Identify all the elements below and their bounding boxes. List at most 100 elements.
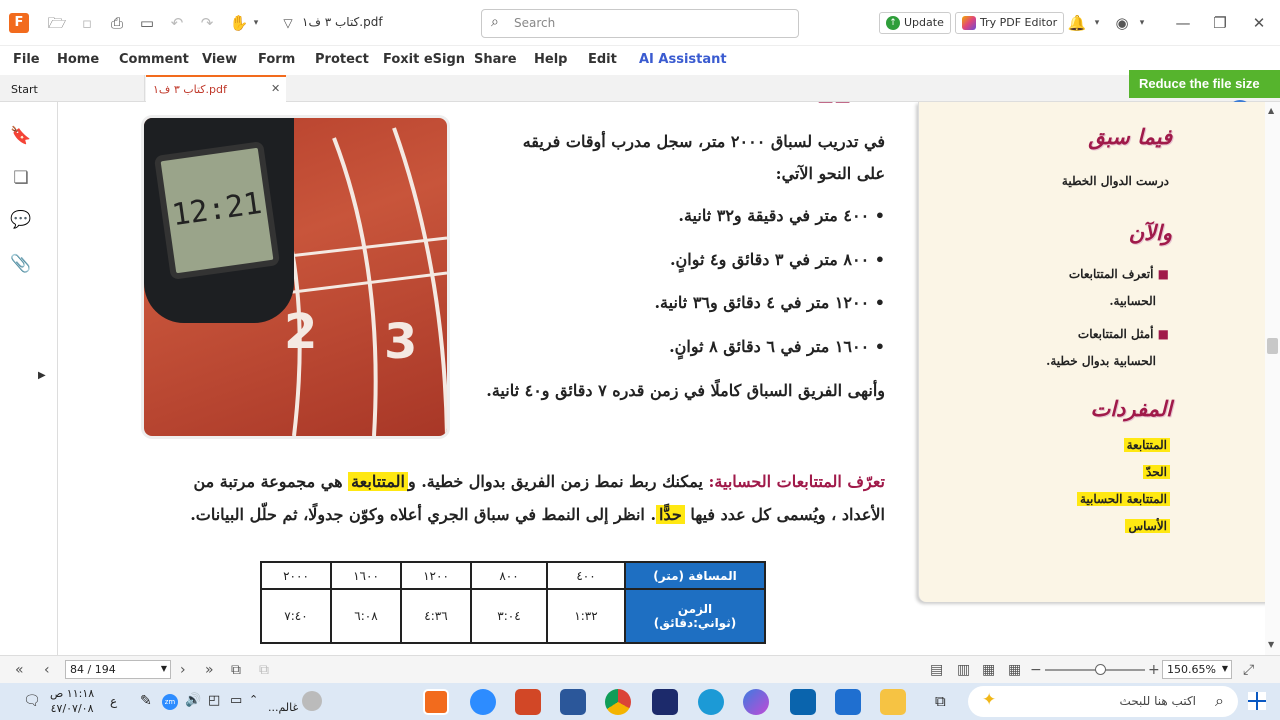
language-indicator[interactable]: ع [110, 694, 117, 708]
svg-text:2: 2 [284, 304, 317, 360]
comments-icon[interactable]: 💬 [10, 210, 32, 232]
volume-icon[interactable]: 🔊 [185, 693, 201, 708]
zoom-taskbar-icon[interactable] [470, 689, 496, 715]
try-pdf-editor-button[interactable]: Try PDF Editor [955, 12, 1065, 34]
search-icon: ⌕ [491, 14, 499, 30]
vertical-scrollbar[interactable]: ▲ ▼ [1265, 102, 1280, 655]
tab-document[interactable]: كتاب ٣ ف١.pdf ✕ [146, 75, 286, 102]
minimize-icon[interactable]: — [1173, 13, 1193, 33]
next-page-icon[interactable]: › [180, 662, 186, 678]
scroll-down-icon[interactable]: ▼ [1268, 640, 1274, 649]
facing-page-icon[interactable]: ▦ [982, 662, 995, 678]
menu-share[interactable]: Share [474, 52, 517, 67]
reduce-file-size-button[interactable]: Reduce the file size [1129, 70, 1280, 98]
zoom-tray-icon[interactable]: zm [162, 694, 178, 710]
undo-icon[interactable]: ↶ [167, 13, 187, 33]
menu-ai-assistant[interactable]: AI Assistant [639, 52, 727, 67]
menu-home[interactable]: Home [57, 52, 99, 67]
foxit-taskbar-icon[interactable] [423, 689, 449, 715]
menu-protect[interactable]: Protect [315, 52, 369, 67]
table-cell: ١٦٠٠ [330, 561, 402, 590]
close-tab-icon[interactable]: ✕ [271, 82, 280, 95]
powerpoint-icon[interactable] [515, 689, 541, 715]
search-input[interactable]: ⌕ Search [481, 9, 799, 38]
editor-icon [962, 16, 976, 30]
vocab-item: المتتابعة [1077, 432, 1170, 459]
attachment-icon[interactable]: 📎 [10, 254, 32, 276]
word-icon[interactable] [560, 689, 586, 715]
clock-time: ١١:١٨ ص [50, 687, 95, 700]
tab-start-label: Start [11, 83, 38, 96]
bookmark-icon[interactable]: 🔖 [10, 126, 32, 148]
zoom-slider-handle[interactable] [1095, 664, 1106, 675]
file-explorer-icon[interactable] [880, 689, 906, 715]
menu-foxit-esign[interactable]: Foxit eSign [383, 52, 465, 67]
network-icon[interactable]: ◰ [208, 693, 220, 708]
account-icon[interactable]: ◉ [1112, 13, 1132, 33]
single-page-icon[interactable]: ▤ [930, 662, 943, 678]
chevron-down-icon[interactable]: ▼ [1222, 664, 1228, 673]
menu-form[interactable]: Form [258, 52, 295, 67]
zoom-level-input[interactable]: 150.65% ▼ [1162, 660, 1232, 679]
stopwatch-display: 12:21 [153, 140, 281, 281]
task-view-icon[interactable]: ⧉ [935, 692, 946, 710]
maximize-icon[interactable]: ❐ [1210, 13, 1230, 33]
new-doc-icon[interactable]: ▭ [137, 13, 157, 33]
chrome-icon[interactable] [605, 689, 631, 715]
app-icon[interactable] [652, 689, 678, 715]
outlook-icon[interactable] [790, 689, 816, 715]
tab-start[interactable]: Start [0, 75, 145, 102]
pages-icon[interactable]: ❏ [10, 168, 32, 190]
term-sequence: المتتابعة [348, 472, 408, 491]
close-icon[interactable]: ✕ [1249, 13, 1269, 33]
last-page-icon[interactable]: » [205, 662, 214, 678]
print-icon[interactable]: ⎙ [107, 13, 127, 33]
zoom-out-icon[interactable]: − [1030, 662, 1042, 678]
search-placeholder: Search [514, 16, 556, 30]
continuous-facing-icon[interactable]: ▦ [1008, 662, 1021, 678]
battery-icon[interactable]: ▭ [230, 693, 242, 708]
zoom-in-icon[interactable]: + [1148, 662, 1160, 678]
fullscreen-icon[interactable]: ⤢ [1243, 662, 1254, 678]
taskbar-search[interactable]: ✦ اكتب هنا للبحث ⌕ [968, 686, 1238, 717]
taskbar-search-placeholder: اكتب هنا للبحث [1119, 694, 1196, 708]
menu-file[interactable]: File [13, 52, 40, 67]
open-folder-icon[interactable]: 🗁 [47, 13, 67, 33]
expand-panel-icon[interactable]: ▶ [38, 370, 46, 381]
edge-icon[interactable] [698, 689, 724, 715]
para-title: تعرّف المتتابعات الحسابية: [708, 472, 886, 491]
save-icon[interactable]: ▫ [77, 13, 97, 33]
redo-icon[interactable]: ↷ [197, 13, 217, 33]
menu-comment[interactable]: Comment [119, 52, 189, 67]
bell-icon[interactable]: 🔔 [1067, 13, 1087, 33]
pen-icon[interactable]: ✎ [140, 693, 152, 709]
para-text: يمكنك ربط نمط زمن الفريق بدوال خطية. و [407, 472, 703, 491]
extract-icon[interactable]: ⧉ [259, 662, 269, 678]
clock[interactable]: ١١:١٨ ص ٤٧/٠٧/٠٨ [50, 686, 94, 716]
show-hidden-icons[interactable]: ⌃ [249, 693, 258, 706]
copilot-icon[interactable] [743, 689, 769, 715]
page-number-input[interactable]: 84 / 194 ▼ [65, 660, 171, 679]
objective-text: أتعرف المتتابعات [1068, 267, 1154, 281]
first-page-icon[interactable]: « [15, 662, 24, 678]
menu-view[interactable]: View [202, 52, 237, 67]
scroll-thumb[interactable] [1267, 338, 1278, 354]
previous-page-icon[interactable]: ‹ [44, 662, 50, 678]
chevron-down-icon[interactable]: ▾ [1087, 13, 1107, 33]
chevron-down-icon[interactable]: ▾ [1132, 13, 1152, 33]
notification-icon[interactable]: 🗨 [23, 693, 41, 709]
chevron-down-icon[interactable]: ▾ [246, 13, 266, 33]
table-cell: ٨٠٠ [470, 561, 548, 590]
chevron-down-icon[interactable]: ▼ [161, 664, 167, 673]
update-button[interactable]: ↑ Update [879, 12, 951, 34]
menu-help[interactable]: Help [534, 52, 567, 67]
tab-dropdown-icon[interactable]: ▽ [278, 13, 298, 33]
scroll-up-icon[interactable]: ▲ [1268, 106, 1274, 115]
store-icon[interactable] [835, 689, 861, 715]
bullet-4: • ١٦٠٠ متر في ٦ دقائق ٨ ثوانٍ. [669, 337, 885, 356]
weather-widget[interactable]: غالم... [268, 691, 322, 714]
continuous-page-icon[interactable]: ▥ [957, 662, 970, 678]
copy-page-icon[interactable]: ⧉ [231, 662, 241, 678]
menu-edit[interactable]: Edit [588, 52, 617, 67]
windows-start-icon[interactable] [1248, 692, 1266, 710]
